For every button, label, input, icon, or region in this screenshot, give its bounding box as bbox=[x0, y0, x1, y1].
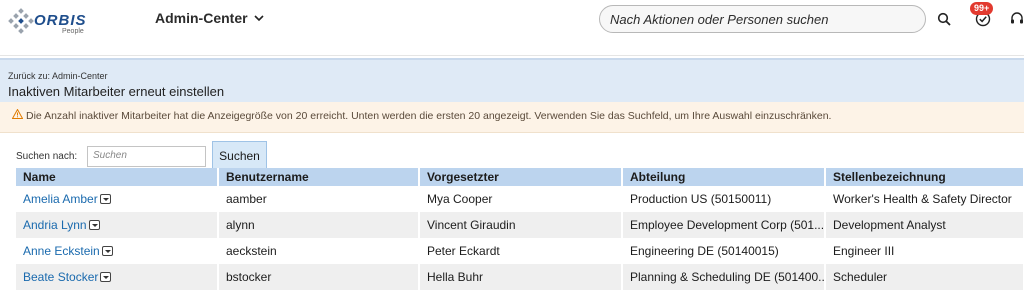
back-link[interactable]: Zurück zu: Admin-Center bbox=[8, 71, 108, 81]
dropdown-icon[interactable] bbox=[101, 246, 113, 256]
dropdown-icon[interactable] bbox=[100, 272, 112, 282]
orbis-logo[interactable]: ORBIS People bbox=[8, 8, 86, 38]
headset-icon[interactable] bbox=[1006, 8, 1024, 30]
department-cell: Planning & Scheduling DE (501400...... bbox=[622, 264, 826, 290]
logo-subtitle: People bbox=[62, 28, 84, 35]
name-cell: Beate Stocker bbox=[16, 264, 219, 290]
search-button[interactable]: Suchen bbox=[212, 141, 267, 169]
employee-name-link[interactable]: Beate Stocker bbox=[23, 270, 98, 284]
job-title-cell: Development Analyst bbox=[825, 212, 1024, 238]
job-title-cell: Scheduler bbox=[825, 264, 1024, 290]
department-cell: Employee Development Corp (501...... bbox=[622, 212, 826, 238]
name-cell: Amelia Amber bbox=[16, 186, 219, 212]
manager-cell: Hella Buhr bbox=[419, 264, 623, 290]
employee-name-link[interactable]: Anne Eckstein bbox=[23, 244, 100, 258]
username-cell: bstocker bbox=[218, 264, 420, 290]
search-icon[interactable] bbox=[933, 8, 955, 30]
employee-name-link[interactable]: Amelia Amber bbox=[23, 192, 98, 206]
dropdown-icon[interactable] bbox=[88, 220, 100, 230]
page-subheader: Zurück zu: Admin-Center Inaktiven Mitarb… bbox=[0, 58, 1024, 102]
column-header-manager[interactable]: Vorgesetzter bbox=[419, 168, 623, 186]
name-cell: Andria Lynn bbox=[16, 212, 219, 238]
job-title-cell: Worker's Health & Safety Director bbox=[825, 186, 1024, 212]
warning-icon bbox=[11, 108, 24, 122]
app-title: Admin-Center bbox=[155, 10, 248, 26]
logo-diamond-icon bbox=[8, 8, 34, 34]
chevron-down-icon bbox=[253, 11, 264, 25]
search-label: Suchen nach: bbox=[16, 151, 78, 162]
department-cell: Engineering DE (50140015) bbox=[622, 238, 826, 264]
warning-text: Die Anzahl inaktiver Mitarbeiter hat die… bbox=[26, 109, 832, 122]
department-cell: Production US (50150011) bbox=[622, 186, 826, 212]
manager-cell: Vincent Giraudin bbox=[419, 212, 623, 238]
dropdown-icon[interactable] bbox=[99, 194, 111, 204]
username-cell: alynn bbox=[218, 212, 420, 238]
table-row: Amelia Amber aamber Mya Cooper Productio… bbox=[16, 186, 1024, 212]
username-cell: aamber bbox=[218, 186, 420, 212]
manager-cell: Mya Cooper bbox=[419, 186, 623, 212]
table-row: Anne Eckstein aeckstein Peter Eckardt En… bbox=[16, 238, 1024, 264]
warning-banner: Die Anzahl inaktiver Mitarbeiter hat die… bbox=[0, 102, 1024, 133]
table-row: Beate Stocker bstocker Hella Buhr Planni… bbox=[16, 264, 1024, 290]
name-cell: Anne Eckstein bbox=[16, 238, 219, 264]
employee-table: Name Benutzername Vorgesetzter Abteilung… bbox=[16, 168, 1024, 290]
manager-cell: Peter Eckardt bbox=[419, 238, 623, 264]
app-title-menu[interactable]: Admin-Center bbox=[155, 10, 264, 26]
column-header-username[interactable]: Benutzername bbox=[218, 168, 420, 186]
column-header-department[interactable]: Abteilung bbox=[622, 168, 826, 186]
logo-text: ORBIS bbox=[34, 12, 87, 29]
notification-badge: 99+ bbox=[970, 2, 994, 15]
table-header-row: Name Benutzername Vorgesetzter Abteilung… bbox=[16, 168, 1024, 186]
shell-header: ORBIS People Admin-Center Nach Aktionen … bbox=[0, 0, 1024, 56]
page-title: Inaktiven Mitarbeiter erneut einstellen bbox=[8, 84, 225, 99]
table-row: Andria Lynn alynn Vincent Giraudin Emplo… bbox=[16, 212, 1024, 238]
global-search-input[interactable]: Nach Aktionen oder Personen suchen bbox=[599, 5, 926, 33]
column-header-job-title[interactable]: Stellenbezeichnung bbox=[825, 168, 1024, 186]
username-cell: aeckstein bbox=[218, 238, 420, 264]
column-header-name[interactable]: Name bbox=[16, 168, 219, 186]
search-input[interactable]: Suchen bbox=[87, 146, 206, 167]
employee-name-link[interactable]: Andria Lynn bbox=[23, 218, 87, 232]
job-title-cell: Engineer III bbox=[825, 238, 1024, 264]
